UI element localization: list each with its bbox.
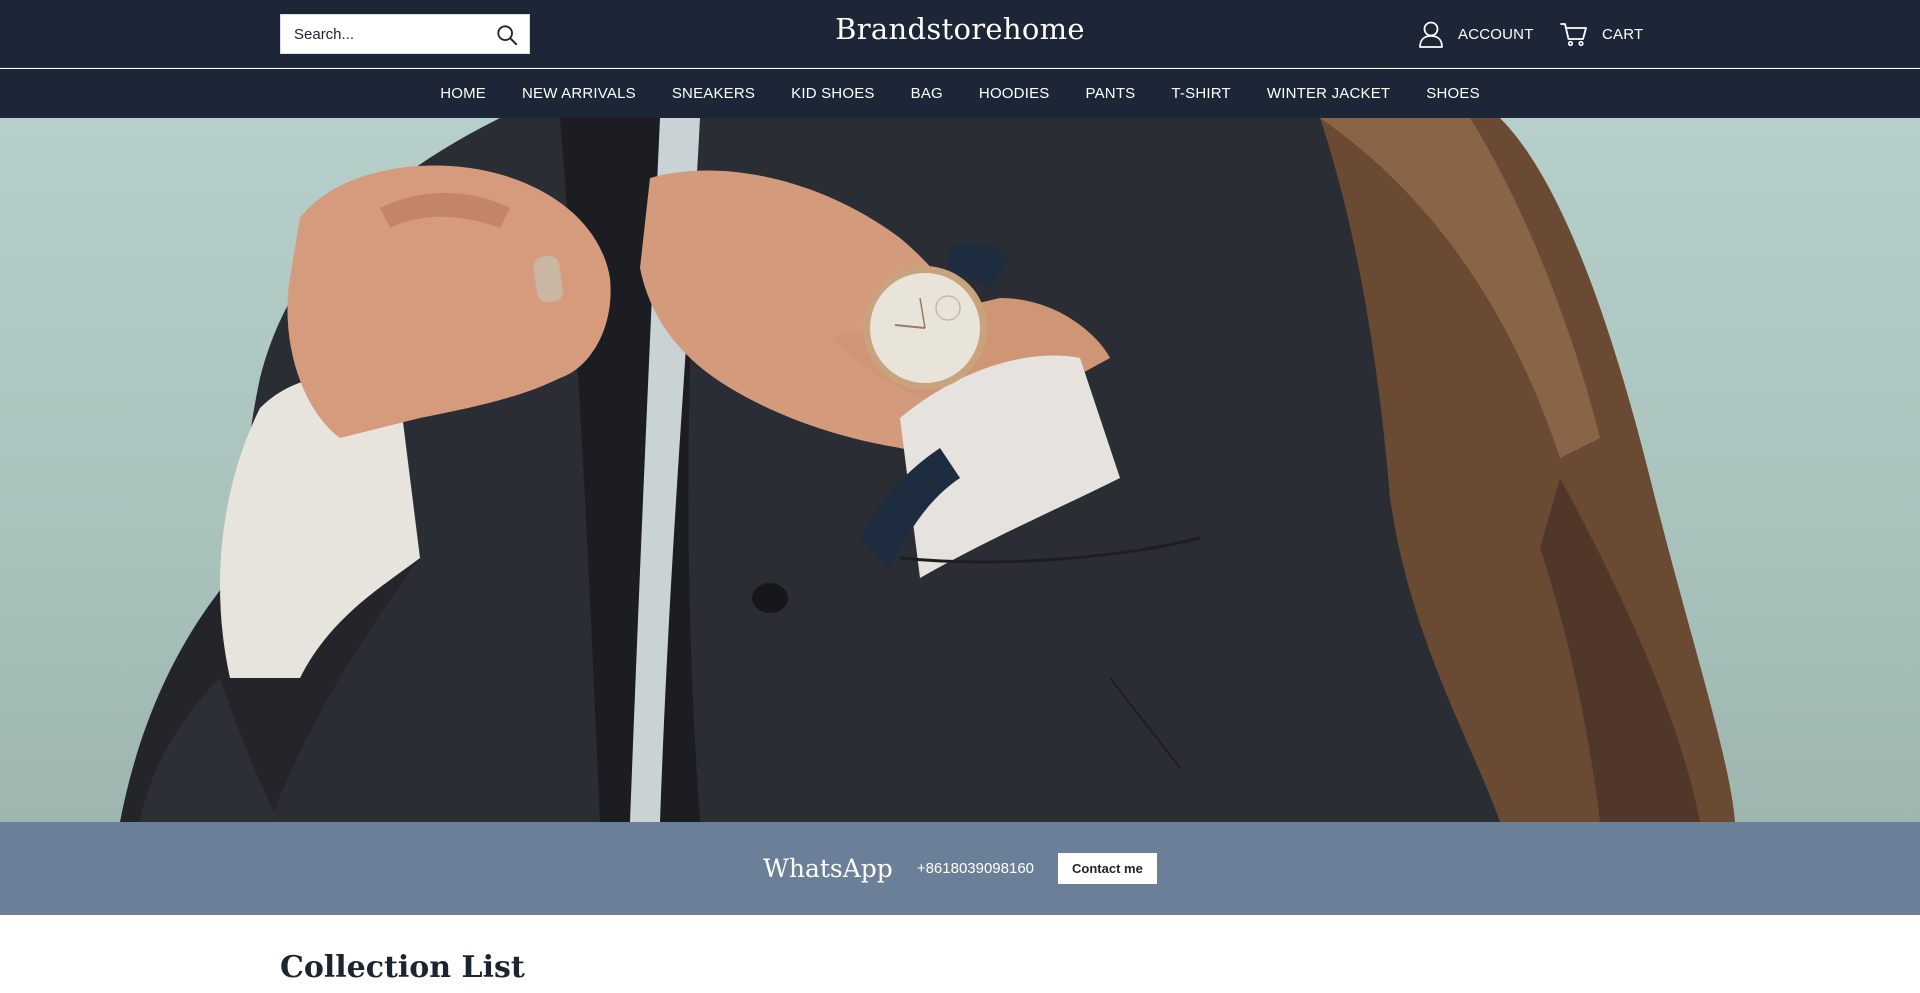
nav-item-shoes[interactable]: SHOES	[1408, 85, 1498, 102]
nav-item-sneakers[interactable]: SNEAKERS	[654, 85, 773, 102]
hero-banner	[0, 118, 1920, 822]
phone-number: +8618039098160	[916, 860, 1035, 877]
cart-label: CART	[1602, 25, 1644, 43]
account-label: ACCOUNT	[1458, 25, 1534, 43]
search-icon	[497, 25, 518, 46]
collection-list-title: Collection List	[280, 950, 525, 985]
cart-icon	[1560, 23, 1587, 47]
site-header: Brandstorehome ACCOUNT CART	[0, 0, 1920, 68]
search-input[interactable]	[281, 15, 481, 53]
nav-item-winter-jacket[interactable]: WINTER JACKET	[1249, 85, 1408, 102]
nav-item-t-shirt[interactable]: T-SHIRT	[1153, 85, 1248, 102]
nav-item-bag[interactable]: BAG	[893, 85, 961, 102]
cart-link[interactable]: CART	[1560, 18, 1643, 50]
search-box	[280, 14, 530, 54]
brand-logo[interactable]: Brandstorehome	[760, 12, 1160, 46]
nav-item-new-arrivals[interactable]: NEW ARRIVALS	[504, 85, 654, 102]
account-link[interactable]: ACCOUNT	[1418, 18, 1534, 50]
search-button[interactable]	[495, 23, 519, 47]
whatsapp-title: WhatsApp	[763, 854, 893, 883]
nav-item-hoodies[interactable]: HOODIES	[961, 85, 1068, 102]
nav-item-pants[interactable]: PANTS	[1067, 85, 1153, 102]
main-nav: HOME NEW ARRIVALS SNEAKERS KID SHOES BAG…	[0, 69, 1920, 118]
nav-item-kid-shoes[interactable]: KID SHOES	[773, 85, 893, 102]
hero-image	[120, 118, 1735, 822]
nav-item-home[interactable]: HOME	[422, 85, 504, 102]
contact-me-button[interactable]: Contact me	[1058, 853, 1157, 884]
contact-banner: WhatsApp +8618039098160 Contact me	[0, 822, 1920, 915]
user-icon	[1419, 21, 1443, 48]
